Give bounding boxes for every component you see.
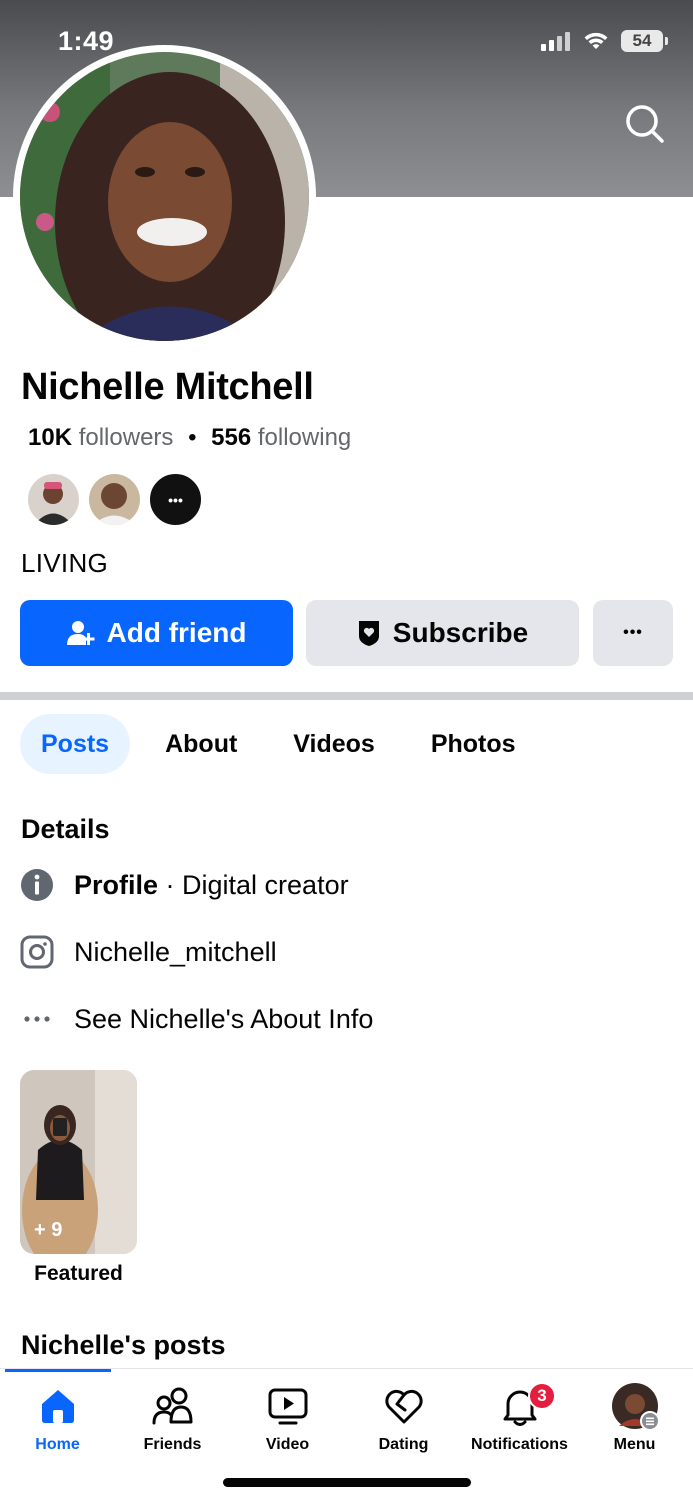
nav-notifications-label: Notifications <box>471 1436 568 1453</box>
friends-icon <box>152 1387 192 1425</box>
tab-photos[interactable]: Photos <box>410 714 537 774</box>
home-icon <box>41 1390 74 1423</box>
following-label[interactable]: following <box>258 424 351 451</box>
instagram-icon <box>20 935 54 969</box>
mutual-friends[interactable]: ••• <box>26 472 203 527</box>
search-button[interactable] <box>623 102 667 146</box>
nav-dating[interactable]: Dating <box>346 1382 461 1454</box>
tab-posts[interactable]: Posts <box>20 714 131 774</box>
instagram-handle[interactable]: Nichelle_mitchell <box>74 937 277 968</box>
tab-about[interactable]: About <box>144 714 258 774</box>
mutual-friends-more[interactable]: ••• <box>148 472 203 527</box>
tab-videos[interactable]: Videos <box>272 714 396 774</box>
mutual-friend-avatar[interactable] <box>26 472 81 527</box>
nav-notifications[interactable]: 3 Notifications <box>462 1382 577 1454</box>
detail-about-link-row[interactable]: See Nichelle's About Info <box>20 1002 373 1036</box>
add-friend-label: Add friend <box>106 617 247 648</box>
nav-menu[interactable]: Menu <box>577 1382 692 1454</box>
more-actions-button[interactable]: ••• <box>593 600 673 666</box>
followers-label[interactable]: followers <box>79 424 174 451</box>
add-person-icon <box>66 621 94 645</box>
more-dots-icon: ••• <box>623 624 643 641</box>
nav-video-label: Video <box>265 1436 310 1453</box>
profile-name: Nichelle Mitchell <box>21 366 314 408</box>
nav-friends[interactable]: Friends <box>115 1382 230 1454</box>
active-tab-indicator <box>5 1369 111 1372</box>
follow-stats: 10K followers • 556 following <box>28 424 351 452</box>
featured-collection-card[interactable]: + 9 <box>20 1070 137 1254</box>
shield-heart-icon <box>358 621 379 646</box>
nav-friends-label: Friends <box>143 1436 202 1453</box>
subscribe-button[interactable]: Subscribe <box>306 600 579 666</box>
featured-label: Featured <box>34 1262 123 1285</box>
nav-dating-label: Dating <box>378 1436 429 1453</box>
detail-instagram-row[interactable]: Nichelle_mitchell <box>20 935 277 969</box>
search-icon <box>626 105 664 143</box>
details-heading: Details <box>21 814 110 844</box>
add-friend-button[interactable]: Add friend <box>20 600 293 666</box>
section-divider <box>0 692 693 700</box>
see-about-info-link[interactable]: See Nichelle's About Info <box>74 1004 373 1035</box>
stats-separator: • <box>188 424 197 451</box>
nav-home-label: Home <box>35 1436 80 1453</box>
mutual-friend-avatar[interactable] <box>87 472 142 527</box>
nav-home[interactable]: Home <box>0 1382 115 1454</box>
more-dots-icon <box>20 1002 54 1036</box>
featured-count: + 9 <box>34 1219 63 1241</box>
detail-profile-label: Profile <box>74 869 159 900</box>
profile-tabs: Posts About Videos Photos <box>20 714 551 774</box>
wifi-icon <box>584 32 608 49</box>
status-time: 1:49 <box>58 26 115 56</box>
nav-video[interactable]: Video <box>230 1382 345 1454</box>
video-icon <box>268 1388 307 1425</box>
nav-menu-label: Menu <box>613 1436 656 1453</box>
posts-section-title: Nichelle's posts <box>21 1330 226 1360</box>
profile-avatar[interactable] <box>20 52 309 341</box>
dating-heart-icon <box>384 1389 423 1424</box>
detail-profile-category: · Digital creator <box>158 869 349 900</box>
notifications-badge: 3 <box>528 1382 556 1410</box>
cellular-signal-icon <box>541 32 570 51</box>
menu-avatar <box>611 1383 659 1430</box>
detail-profile-row: Profile · Digital creator <box>20 868 349 902</box>
subscribe-label: Subscribe <box>392 617 529 648</box>
info-icon <box>20 868 54 902</box>
home-indicator-bar[interactable] <box>223 1478 471 1487</box>
followers-count[interactable]: 10K <box>28 424 72 451</box>
following-count[interactable]: 556 <box>211 424 251 451</box>
battery-indicator: 54 <box>621 30 668 52</box>
status-icons: 54 <box>541 30 668 52</box>
profile-bio: LIVING <box>21 548 109 578</box>
